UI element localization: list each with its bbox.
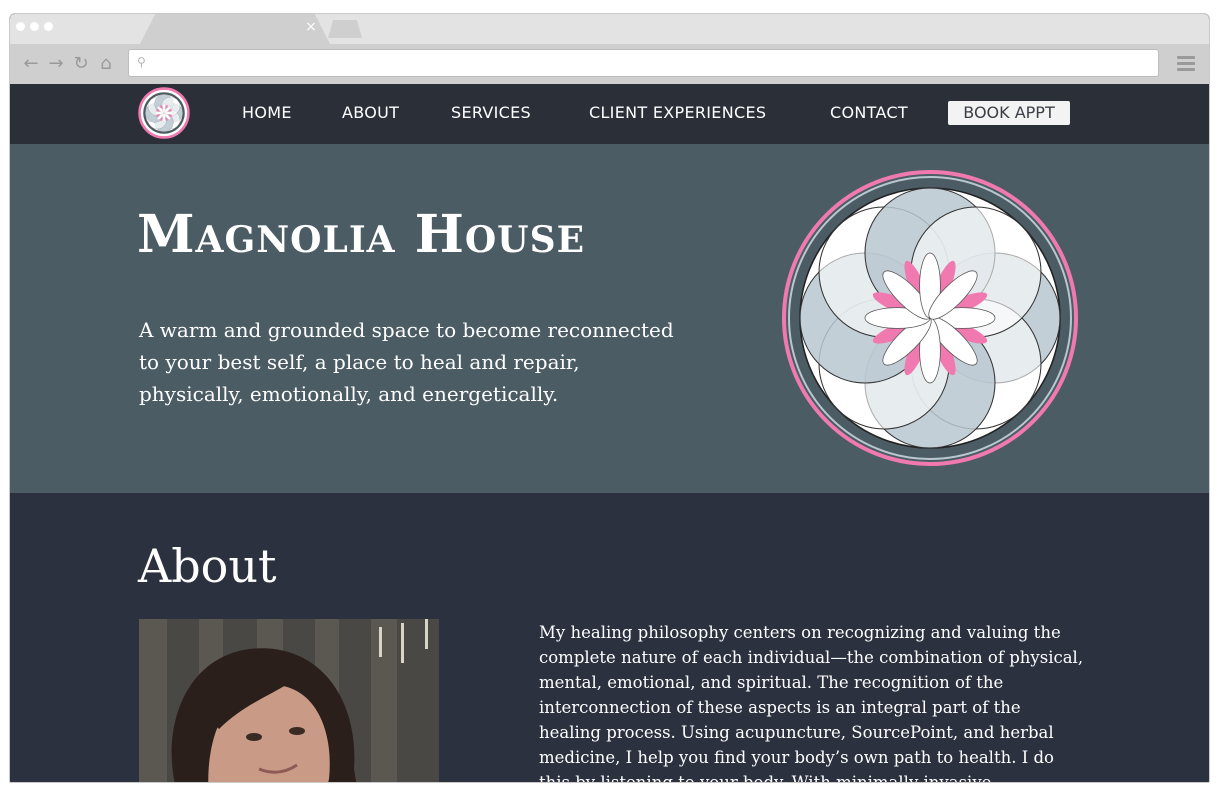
search-icon: ⚲ <box>137 55 146 69</box>
window-maximize-dot[interactable] <box>44 22 53 31</box>
nav-about[interactable]: ABOUT <box>342 103 399 123</box>
about-section: About My healing philosophy centers on r… <box>10 493 1209 783</box>
hero-tagline: A warm and grounded space to become reco… <box>139 318 674 406</box>
home-icon[interactable]: ⌂ <box>95 53 117 75</box>
reload-icon[interactable]: ↻ <box>70 53 92 75</box>
browser-tab-active[interactable] <box>140 14 330 44</box>
nav-client-experiences[interactable]: CLIENT EXPERIENCES <box>589 103 766 123</box>
lotus-mandala-icon <box>782 170 1078 466</box>
browser-window: × ← → ↻ ⌂ ⚲ HOME ABOUT SERVICES CLIENT E… <box>9 13 1210 783</box>
tab-strip: × <box>10 14 1209 44</box>
site-navigation: HOME ABOUT SERVICES CLIENT EXPERIENCES C… <box>10 84 1209 144</box>
close-icon[interactable]: × <box>304 20 318 34</box>
book-appointment-button[interactable]: BOOK APPT <box>948 101 1070 125</box>
menu-icon[interactable] <box>1177 56 1195 72</box>
nav-contact[interactable]: CONTACT <box>830 103 908 123</box>
portrait-photo <box>139 619 439 782</box>
nav-services[interactable]: SERVICES <box>451 103 531 123</box>
browser-toolbar: ← → ↻ ⌂ ⚲ <box>10 44 1209 84</box>
lotus-logo-icon[interactable] <box>138 87 190 139</box>
about-paragraph: My healing philosophy centers on recogni… <box>539 623 1084 783</box>
hero-section: Magnolia House A warm and grounded space… <box>10 144 1209 493</box>
window-minimize-dot[interactable] <box>30 22 39 31</box>
window-close-dot[interactable] <box>16 22 25 31</box>
nav-home[interactable]: HOME <box>242 103 292 123</box>
forward-arrow-icon[interactable]: → <box>45 53 67 75</box>
hero-title: Magnolia House <box>137 204 586 265</box>
about-title: About <box>138 539 277 593</box>
new-tab-button[interactable] <box>328 20 362 38</box>
website: HOME ABOUT SERVICES CLIENT EXPERIENCES C… <box>10 84 1209 783</box>
address-bar[interactable]: ⚲ <box>128 49 1159 77</box>
back-arrow-icon[interactable]: ← <box>20 53 42 75</box>
